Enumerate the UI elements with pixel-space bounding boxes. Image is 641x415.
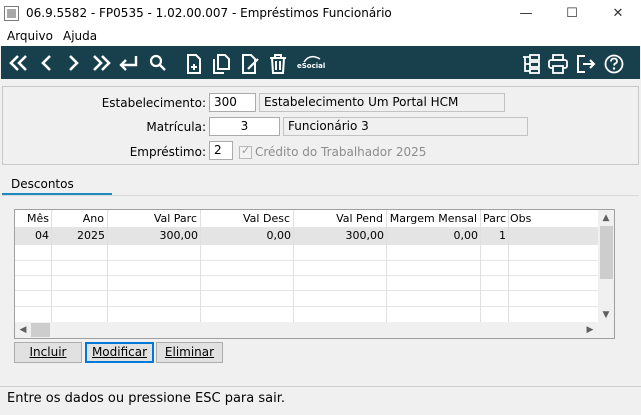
grid-header-separator [15, 227, 599, 228]
col-line [508, 210, 509, 323]
col-line [480, 210, 481, 323]
cell-val-pend[interactable]: 300,00 [296, 229, 385, 242]
scroll-left-icon[interactable]: ◀ [15, 322, 31, 338]
exit-icon[interactable] [574, 50, 598, 77]
estabelecimento-code-field[interactable]: 300 [209, 93, 256, 112]
column-header-obs[interactable]: Obs [510, 212, 531, 225]
cell-ano[interactable]: 2025 [55, 229, 105, 242]
column-header-val-parc[interactable]: Val Parc [110, 212, 197, 225]
window-title: 06.9.5582 - FP0535 - 1.02.00.007 - Empré… [26, 6, 392, 20]
print-icon[interactable] [546, 50, 570, 77]
cell-val-desc[interactable]: 0,00 [203, 229, 292, 242]
column-header-val-desc[interactable]: Val Desc [203, 212, 290, 225]
status-text: Entre os dados ou pressione ESC para sai… [7, 391, 286, 406]
cell-val-parc[interactable]: 300,00 [110, 229, 199, 242]
return-icon[interactable] [116, 50, 140, 77]
incluir-button[interactable]: Incluir [14, 342, 82, 363]
row-line [15, 244, 599, 245]
column-header-ano[interactable]: Ano [55, 212, 104, 225]
column-header-val-pend[interactable]: Val Pend [296, 212, 383, 225]
column-header-margem-mensal[interactable]: Margem Mensal [389, 212, 477, 225]
eliminar-button[interactable]: Eliminar [156, 342, 223, 363]
matricula-code-field[interactable]: 3 [209, 117, 280, 136]
estabelecimento-name-field: Estabelecimento Um Portal HCM [259, 93, 505, 112]
row-line [15, 275, 599, 276]
tree-structure-icon[interactable] [519, 50, 543, 77]
credito-trabalhador-checkbox[interactable] [239, 144, 252, 159]
minimize-button[interactable]: — [503, 0, 549, 27]
copy-icon[interactable] [209, 50, 233, 77]
col-line [386, 210, 387, 323]
new-document-icon[interactable] [182, 50, 206, 77]
emprestimo-label: Empréstimo: [129, 145, 206, 159]
matricula-name-field: Funcionário 3 [283, 117, 528, 136]
scroll-up-icon[interactable]: ▲ [598, 210, 614, 226]
cell-margem-mensal[interactable]: 0,00 [389, 229, 479, 242]
col-line [293, 210, 294, 323]
matricula-label: Matrícula: [146, 120, 206, 134]
eliminar-label: Eliminar [164, 345, 215, 359]
vertical-scroll-thumb[interactable] [600, 226, 613, 279]
column-header-parc[interactable]: Parc [483, 212, 506, 225]
tab-descontos[interactable]: Descontos [2, 176, 112, 194]
estabelecimento-label: Estabelecimento: [101, 96, 206, 110]
previous-record-icon[interactable] [35, 50, 59, 77]
last-record-icon[interactable] [88, 50, 112, 77]
emprestimo-field[interactable]: 2 [209, 141, 233, 160]
menu-ajuda[interactable]: Ajuda [63, 29, 97, 43]
row-line [15, 260, 599, 261]
first-record-icon[interactable] [6, 50, 30, 77]
scroll-down-icon[interactable]: ▼ [598, 307, 614, 323]
esocial-icon[interactable]: eSocial [296, 50, 326, 77]
cell-parc[interactable]: 1 [483, 229, 506, 242]
scroll-right-icon[interactable]: ▶ [582, 322, 598, 338]
row-line [15, 306, 599, 307]
column-header-mes[interactable]: Mês [27, 212, 49, 225]
horizontal-scrollbar[interactable]: ◀ ▶ [15, 322, 614, 338]
maximize-button[interactable]: ☐ [549, 0, 595, 27]
esocial-label: eSocial [297, 62, 326, 70]
delete-icon[interactable] [266, 50, 290, 77]
next-record-icon[interactable] [61, 50, 85, 77]
vertical-scrollbar[interactable]: ▲ ▼ [598, 210, 614, 323]
col-line [200, 210, 201, 323]
modificar-label: Modificar [91, 345, 148, 359]
app-icon [4, 6, 19, 21]
edit-icon[interactable] [238, 50, 262, 77]
search-icon[interactable] [146, 50, 170, 77]
col-line [107, 210, 108, 323]
close-button[interactable]: ✕ [595, 0, 641, 27]
modificar-button[interactable]: Modificar [85, 342, 154, 363]
help-icon[interactable] [602, 50, 626, 77]
incluir-label: Incluir [29, 345, 67, 359]
menu-arquivo[interactable]: Arquivo [7, 29, 53, 43]
col-line [51, 210, 52, 323]
credito-trabalhador-label: Crédito do Trabalhador 2025 [255, 145, 427, 159]
row-line [15, 290, 599, 291]
horizontal-scroll-thumb[interactable] [31, 323, 50, 337]
descontos-grid[interactable]: Mês Ano Val Parc Val Desc Val Pend Marge… [14, 209, 615, 339]
cell-mes[interactable]: 04 [15, 229, 49, 242]
